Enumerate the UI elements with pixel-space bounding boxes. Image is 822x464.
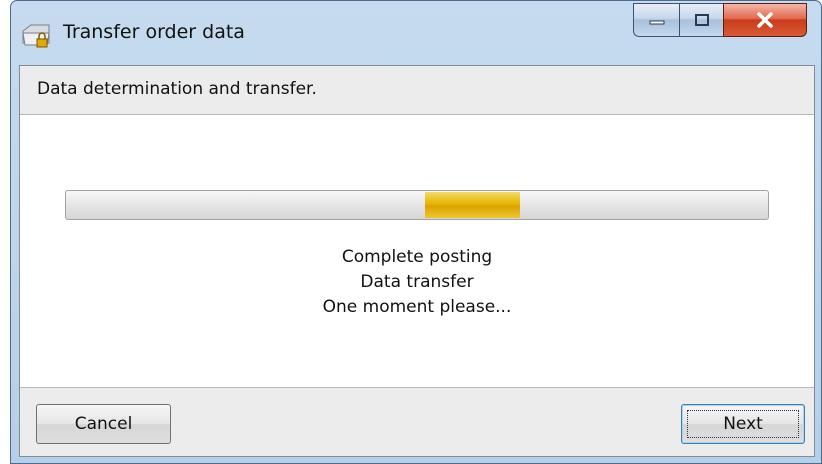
status-line-2: Data transfer bbox=[360, 272, 474, 292]
header-strip: Data determination and transfer. bbox=[20, 66, 814, 114]
status-line-1: Complete posting bbox=[341, 247, 493, 267]
status-line-3: One moment please... bbox=[322, 297, 512, 317]
dialog-client-area: Data determination and transfer. Complet… bbox=[19, 65, 815, 457]
window-title: Transfer order data bbox=[63, 21, 245, 43]
next-button[interactable]: Next bbox=[681, 404, 805, 444]
maximize-icon bbox=[694, 14, 709, 26]
progress-panel: Complete posting Data transfer One momen… bbox=[20, 114, 814, 388]
minimize-icon bbox=[649, 20, 664, 25]
folder-lock-icon bbox=[22, 24, 50, 48]
progress-bar bbox=[65, 190, 769, 220]
dialog-window: Transfer order data Data determination a… bbox=[10, 0, 822, 464]
cancel-button-label: Cancel bbox=[74, 414, 133, 434]
title-bar[interactable]: Transfer order data bbox=[11, 1, 821, 65]
focus-ring bbox=[687, 410, 799, 438]
status-text: Complete posting Data transfer One momen… bbox=[20, 245, 814, 320]
close-icon bbox=[757, 12, 773, 28]
maximize-button[interactable] bbox=[679, 3, 723, 37]
caption-buttons bbox=[633, 3, 807, 39]
header-text: Data determination and transfer. bbox=[37, 79, 317, 99]
close-button[interactable] bbox=[723, 3, 807, 37]
progress-indicator bbox=[425, 192, 520, 218]
cancel-button[interactable]: Cancel bbox=[36, 404, 171, 444]
minimize-button[interactable] bbox=[633, 3, 679, 37]
